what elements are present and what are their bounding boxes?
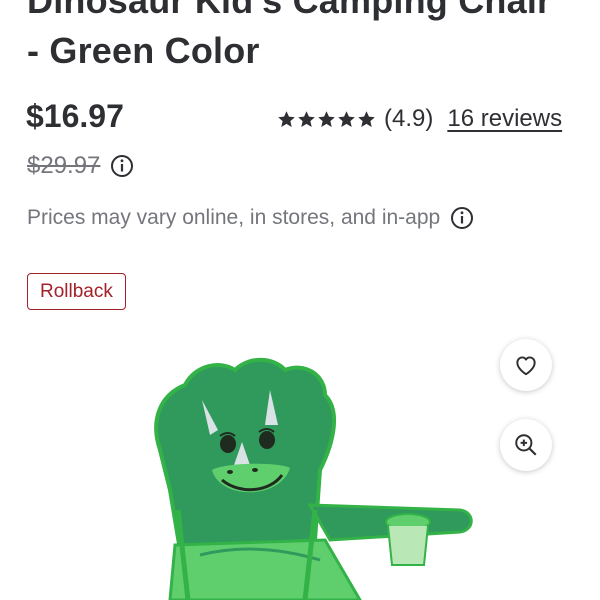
zoom-in-icon: [515, 434, 537, 456]
rating-summary[interactable]: (4.9) 16 reviews: [277, 104, 562, 134]
product-title-line-1: Dinosaur Kid's Camping Chair: [27, 0, 552, 21]
star-icon: [298, 110, 315, 127]
was-price-row: $29.97: [27, 151, 134, 181]
star-icon: [358, 110, 375, 127]
star-rating: [277, 110, 376, 129]
star-icon: [278, 110, 295, 127]
info-icon[interactable]: [110, 154, 134, 178]
product-title-line-2: - Green Color: [27, 30, 260, 71]
price-disclaimer-text: Prices may vary online, in stores, and i…: [27, 206, 441, 229]
star-icon: [318, 110, 335, 127]
info-icon[interactable]: [450, 206, 474, 230]
product-title: Dinosaur Kid's Camping Chair - Green Col…: [27, 0, 587, 76]
reviews-link[interactable]: 16 reviews: [447, 105, 562, 133]
rating-value: (4.9): [384, 105, 434, 132]
star-icon: [338, 110, 355, 127]
zoom-button[interactable]: [500, 419, 552, 471]
heart-icon: [516, 356, 536, 376]
current-price: $16.97: [26, 98, 124, 134]
was-price: $29.97: [27, 152, 101, 179]
product-image[interactable]: [130, 340, 490, 600]
price-disclaimer: Prices may vary online, in stores, and i…: [27, 203, 474, 233]
favorite-button[interactable]: [500, 339, 552, 391]
rollback-badge: Rollback: [27, 273, 126, 310]
